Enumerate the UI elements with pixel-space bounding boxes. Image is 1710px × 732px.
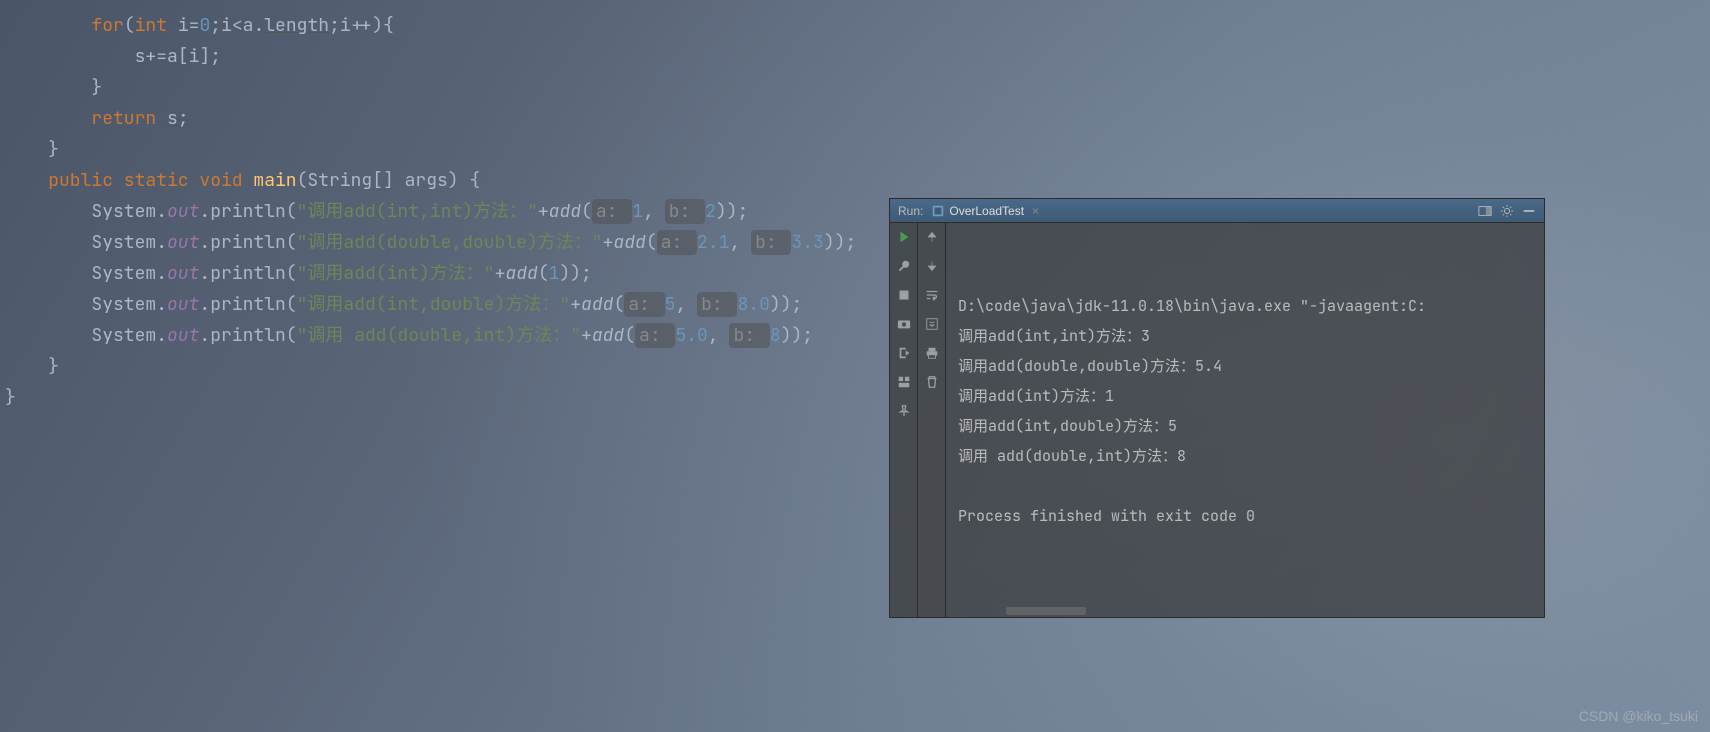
wrap-icon[interactable]: [924, 287, 940, 303]
console-line: 调用add(int)方法：1: [958, 381, 1532, 411]
console-line: 调用add(double,double)方法：5.4: [958, 351, 1532, 381]
run-header: Run: OverLoadTest ×: [890, 199, 1544, 223]
run-label: Run:: [898, 204, 923, 218]
run-config-icon: [931, 204, 945, 218]
console-line: Process finished with exit code 0: [958, 501, 1532, 531]
rerun-icon[interactable]: [896, 229, 912, 245]
watermark-text: CSDN @kiko_tsuki: [1579, 708, 1698, 724]
trash-icon[interactable]: [924, 374, 940, 390]
code-line[interactable]: return s;: [0, 103, 1710, 134]
wrench-icon[interactable]: [896, 258, 912, 274]
up-icon[interactable]: [924, 229, 940, 245]
console-line: 调用 add(double,int)方法：8: [958, 441, 1532, 471]
run-gutter-secondary: [918, 223, 946, 617]
code-line[interactable]: }: [0, 134, 1710, 165]
camera-icon[interactable]: [896, 316, 912, 332]
down-icon[interactable]: [924, 258, 940, 274]
stop-icon[interactable]: [896, 287, 912, 303]
minimize-icon[interactable]: [1522, 204, 1536, 218]
console-line: 调用add(int,double)方法：5: [958, 411, 1532, 441]
dock-icon[interactable]: [1478, 204, 1492, 218]
code-line[interactable]: public static void main(String[] args) {: [0, 165, 1710, 196]
code-line[interactable]: s+=a[i];: [0, 41, 1710, 72]
close-tab-icon[interactable]: ×: [1032, 204, 1039, 218]
scroll-icon[interactable]: [924, 316, 940, 332]
gear-icon[interactable]: [1500, 204, 1514, 218]
run-gutter-primary: [890, 223, 918, 617]
layout-icon[interactable]: [896, 374, 912, 390]
run-tab[interactable]: OverLoadTest ×: [931, 204, 1039, 218]
run-tab-label: OverLoadTest: [949, 204, 1024, 218]
console-output[interactable]: D:\code\java\jdk-11.0.18\bin\java.exe "-…: [946, 223, 1544, 617]
pin-icon[interactable]: [896, 403, 912, 419]
print-icon[interactable]: [924, 345, 940, 361]
console-line: 调用add(int,int)方法：3: [958, 321, 1532, 351]
code-line[interactable]: }: [0, 72, 1710, 103]
console-line: D:\code\java\jdk-11.0.18\bin\java.exe "-…: [958, 291, 1532, 321]
exit-icon[interactable]: [896, 345, 912, 361]
code-line[interactable]: for(int i=0;i<a.length;i++){: [0, 10, 1710, 41]
run-tool-window: Run: OverLoadTest ×: [889, 198, 1545, 618]
horizontal-scrollbar[interactable]: [1006, 607, 1086, 615]
console-line: [958, 471, 1532, 501]
